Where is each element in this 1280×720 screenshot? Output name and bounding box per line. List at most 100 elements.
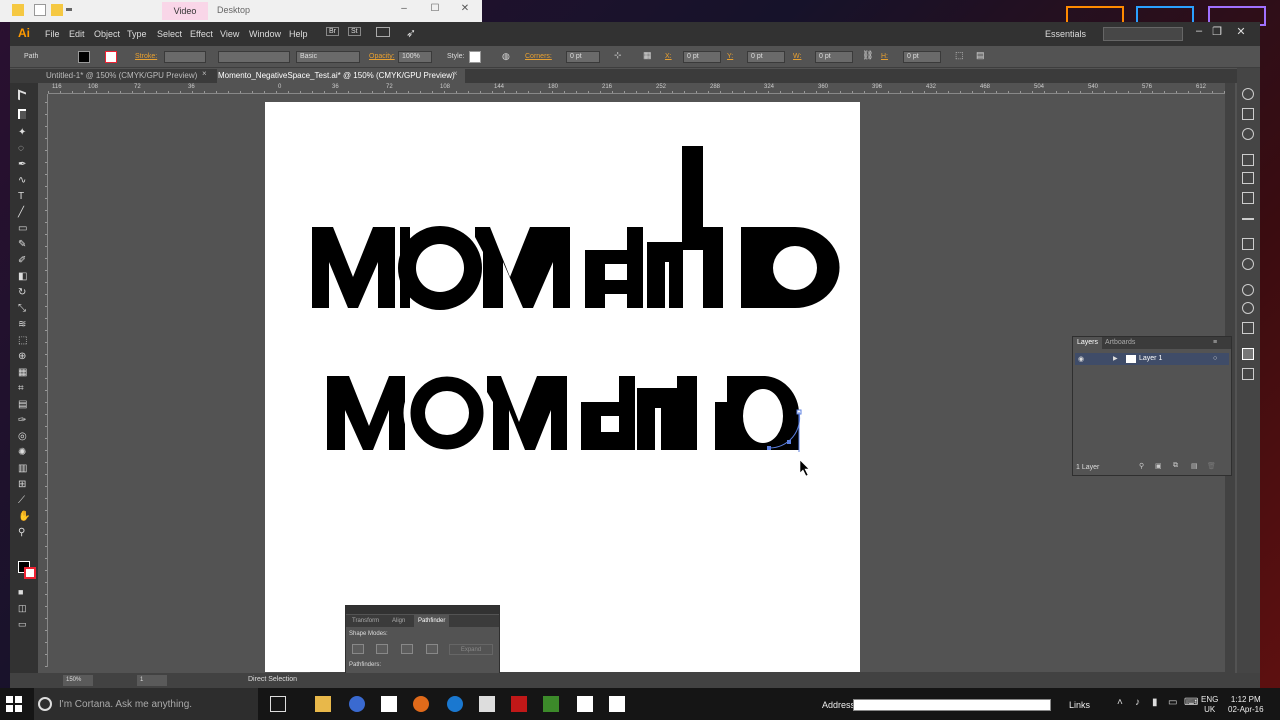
menu-effect[interactable]: Effect bbox=[190, 29, 213, 39]
logo-bottom[interactable] bbox=[327, 369, 802, 457]
search-panel-icon[interactable] bbox=[1242, 128, 1254, 140]
warp-tool-icon[interactable]: ≋ bbox=[18, 319, 30, 331]
layers-panel-icon[interactable] bbox=[1242, 348, 1254, 360]
eraser-tool-icon[interactable]: ◧ bbox=[18, 271, 30, 283]
firefox-icon[interactable] bbox=[413, 696, 429, 712]
layer-name[interactable]: Layer 1 bbox=[1139, 355, 1162, 362]
opacity-label[interactable]: Opacity: bbox=[369, 53, 395, 60]
logo-top[interactable] bbox=[312, 146, 840, 310]
momento-artwork[interactable] bbox=[265, 102, 860, 672]
menu-help[interactable]: Help bbox=[289, 29, 308, 39]
paintbrush-tool-icon[interactable]: ✎ bbox=[18, 239, 30, 251]
panel-menu-icon[interactable]: ≡ bbox=[1209, 337, 1221, 349]
arrange-documents-icon[interactable] bbox=[376, 27, 390, 37]
mail-icon[interactable] bbox=[381, 696, 397, 712]
magic-wand-tool-icon[interactable]: ✦ bbox=[18, 127, 30, 139]
color-mode-icon[interactable]: ■ bbox=[18, 587, 30, 599]
type-tool-icon[interactable]: T bbox=[18, 191, 30, 203]
graphic-style-swatch[interactable] bbox=[469, 51, 481, 63]
app-minimize-icon[interactable]: – bbox=[1191, 25, 1207, 41]
intersect-button[interactable] bbox=[401, 644, 413, 654]
new-layer-icon[interactable]: ▤ bbox=[1191, 462, 1198, 470]
artboard-number-field[interactable]: 1 bbox=[137, 675, 167, 686]
app-restore-icon[interactable]: ❐ bbox=[1209, 25, 1225, 41]
isolate-icon[interactable]: ▤ bbox=[976, 50, 985, 61]
shape-builder-tool-icon[interactable]: ⊕ bbox=[18, 351, 30, 363]
opacity-field[interactable]: 100% bbox=[398, 51, 432, 63]
lasso-tool-icon[interactable]: ◌ bbox=[18, 143, 30, 155]
scale-tool-icon[interactable]: ⤡ bbox=[18, 303, 30, 315]
tab-layers[interactable]: Layers bbox=[1073, 337, 1103, 349]
new-folder-icon[interactable] bbox=[51, 4, 63, 16]
menu-object[interactable]: Object bbox=[94, 29, 120, 39]
toolbox-stroke-swatch[interactable] bbox=[24, 567, 36, 579]
fill-swatch[interactable] bbox=[78, 51, 90, 63]
mesh-tool-icon[interactable]: ⌗ bbox=[18, 383, 30, 395]
layer-row[interactable]: ◉ ▶ Layer 1 ○ bbox=[1075, 353, 1229, 365]
tab-pathfinder[interactable]: Pathfinder bbox=[414, 615, 450, 627]
free-transform-tool-icon[interactable]: ⬚ bbox=[18, 335, 30, 347]
stroke-swatch[interactable] bbox=[105, 51, 117, 63]
x-field[interactable]: 0 pt bbox=[683, 51, 721, 63]
nvidia-icon[interactable] bbox=[543, 696, 559, 712]
align-icon[interactable]: ▦ bbox=[643, 50, 652, 61]
tab-align[interactable]: Align bbox=[388, 615, 409, 627]
store-icon[interactable] bbox=[479, 696, 495, 712]
properties-icon[interactable] bbox=[34, 4, 46, 16]
column-graph-tool-icon[interactable]: ▥ bbox=[18, 463, 30, 475]
artboards-panel-icon[interactable] bbox=[1242, 368, 1254, 380]
minimize-icon[interactable]: – bbox=[396, 3, 412, 17]
shaper-tool-icon[interactable]: ✐ bbox=[18, 255, 30, 267]
stock-button[interactable]: St bbox=[348, 27, 361, 36]
menu-edit[interactable]: Edit bbox=[69, 29, 85, 39]
language-indicator[interactable]: ENG UK bbox=[1201, 695, 1218, 715]
swatches-icon[interactable] bbox=[1242, 154, 1254, 166]
zoom-tool-icon[interactable]: ⚲ bbox=[18, 527, 30, 539]
trash-icon[interactable]: 🗑 bbox=[1207, 462, 1216, 470]
recolor-icon[interactable]: ◍ bbox=[502, 51, 510, 62]
keyboard-icon[interactable]: ⌨ bbox=[1184, 697, 1198, 708]
network-icon[interactable]: ▮ bbox=[1152, 697, 1158, 708]
selection-tool-icon[interactable] bbox=[18, 89, 26, 103]
notifications-icon[interactable]: ▭ bbox=[1168, 697, 1177, 708]
rotate-tool-icon[interactable]: ↻ bbox=[18, 287, 30, 299]
quick-access-dropdown-icon[interactable] bbox=[66, 8, 72, 11]
menu-type[interactable]: Type bbox=[127, 29, 147, 39]
search-input[interactable] bbox=[1103, 27, 1183, 41]
workspace-switcher[interactable]: Essentials bbox=[1045, 29, 1086, 39]
line-tool-icon[interactable]: ╱ bbox=[18, 207, 30, 219]
visibility-eye-icon[interactable]: ◉ bbox=[1078, 355, 1084, 363]
volume-icon[interactable]: ♪ bbox=[1135, 697, 1140, 708]
app-close-icon[interactable]: ✕ bbox=[1233, 25, 1249, 41]
target-icon[interactable]: ○ bbox=[1213, 355, 1217, 362]
tab-untitled[interactable]: Untitled-1* @ 150% (CMYK/GPU Preview) bbox=[10, 69, 217, 83]
rectangle-tool-icon[interactable]: ▭ bbox=[18, 223, 30, 235]
acrobat-icon[interactable] bbox=[511, 696, 527, 712]
curvature-tool-icon[interactable]: ∿ bbox=[18, 175, 30, 187]
cortana-search-box[interactable]: I'm Cortana. Ask me anything. bbox=[34, 688, 258, 720]
pathfinder-panel-titlebar[interactable] bbox=[346, 606, 499, 614]
clock[interactable]: 1:12 PM 02-Apr-16 bbox=[1228, 695, 1264, 715]
gpu-rocket-icon[interactable]: ➶ bbox=[406, 26, 416, 40]
color-guide-icon[interactable] bbox=[1242, 108, 1254, 120]
task-view-icon[interactable] bbox=[270, 696, 286, 712]
draw-mode-icon[interactable]: ◫ bbox=[18, 603, 30, 615]
tray-chevron-icon[interactable]: ˄ bbox=[1117, 697, 1123, 708]
unite-button[interactable] bbox=[352, 644, 364, 654]
w-field[interactable]: 0 pt bbox=[815, 51, 853, 63]
tab-close-icon[interactable]: × bbox=[453, 69, 458, 78]
menu-select[interactable]: Select bbox=[157, 29, 182, 39]
locate-object-icon[interactable]: ⚲ bbox=[1139, 462, 1144, 470]
file-explorer-icon[interactable] bbox=[315, 696, 331, 712]
gradient-panel-icon[interactable] bbox=[1242, 238, 1254, 250]
direct-selection-tool-icon[interactable] bbox=[18, 109, 26, 119]
menu-file[interactable]: File bbox=[45, 29, 60, 39]
corners-field[interactable]: 0 pt bbox=[566, 51, 600, 63]
clipping-mask-icon[interactable]: ▣ bbox=[1155, 462, 1162, 470]
document-app-icon[interactable] bbox=[577, 696, 593, 712]
brushes-icon[interactable] bbox=[1242, 172, 1254, 184]
video-tools-tab[interactable]: Video Tools bbox=[162, 2, 208, 34]
close-icon[interactable]: ✕ bbox=[457, 3, 473, 17]
slice-tool-icon[interactable]: ⟋ bbox=[18, 495, 30, 507]
exclude-button[interactable] bbox=[426, 644, 438, 654]
